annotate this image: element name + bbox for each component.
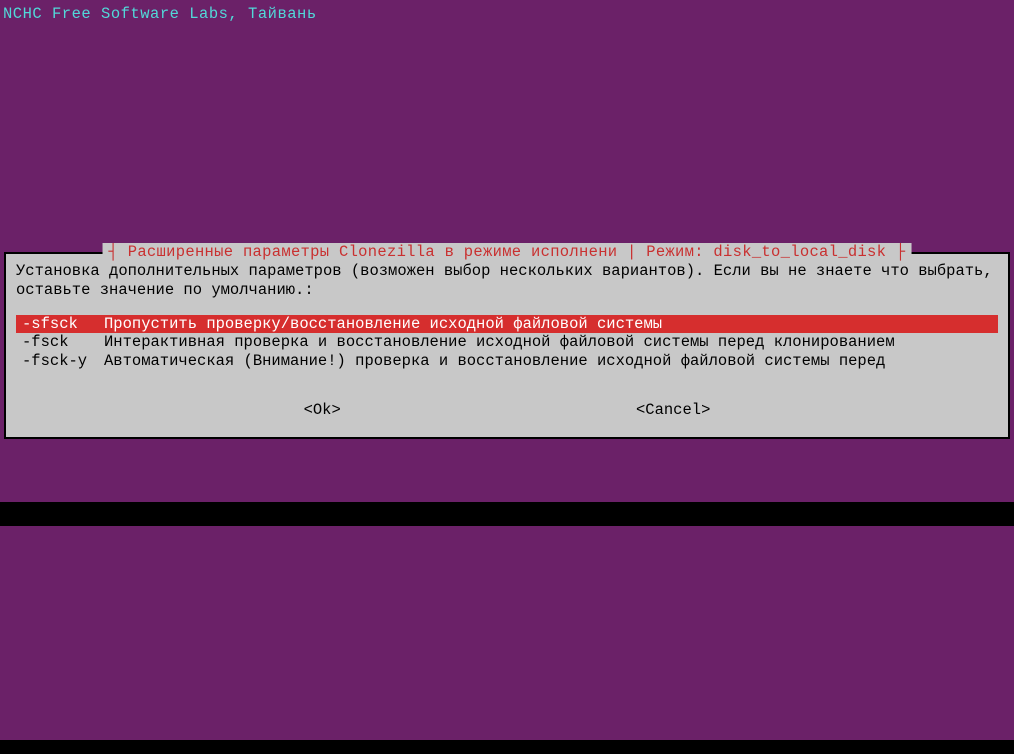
dialog-box: ┤ Расширенные параметры Clonezilla в реж… bbox=[4, 252, 1010, 439]
dialog-instruction: Установка дополнительных параметров (воз… bbox=[16, 262, 998, 301]
option-desc: Интерактивная проверка и восстановление … bbox=[104, 333, 998, 352]
options-list[interactable]: -sfsck Пропустить проверку/восстановлени… bbox=[16, 315, 998, 371]
dialog-title-text: Расширенные параметры Clonezilla в режим… bbox=[128, 243, 887, 261]
dialog-content: Установка дополнительных параметров (воз… bbox=[6, 254, 1008, 437]
option-fsck-y[interactable]: -fsck-y Автоматическая (Внимание!) прове… bbox=[16, 352, 998, 371]
option-flag: -sfsck bbox=[16, 315, 104, 334]
cancel-button[interactable]: <Cancel> bbox=[636, 401, 710, 420]
header-text: NCHC Free Software Labs, Тайвань bbox=[0, 0, 1014, 29]
option-desc: Пропустить проверку/восстановление исход… bbox=[104, 315, 998, 334]
option-flag: -fsck bbox=[16, 333, 104, 352]
dialog-wrapper: ┤ Расширенные параметры Clonezilla в реж… bbox=[4, 252, 1010, 439]
button-row: <Ok> <Cancel> bbox=[16, 401, 998, 424]
option-sfsck[interactable]: -sfsck Пропустить проверку/восстановлени… bbox=[16, 315, 998, 334]
ok-button[interactable]: <Ok> bbox=[304, 401, 341, 420]
bottom-strip bbox=[0, 740, 1014, 754]
shadow-strip bbox=[0, 502, 1014, 526]
option-flag: -fsck-y bbox=[16, 352, 104, 371]
option-desc: Автоматическая (Внимание!) проверка и во… bbox=[104, 352, 998, 371]
dialog-title: ┤ Расширенные параметры Clonezilla в реж… bbox=[103, 243, 912, 262]
option-fsck[interactable]: -fsck Интерактивная проверка и восстанов… bbox=[16, 333, 998, 352]
